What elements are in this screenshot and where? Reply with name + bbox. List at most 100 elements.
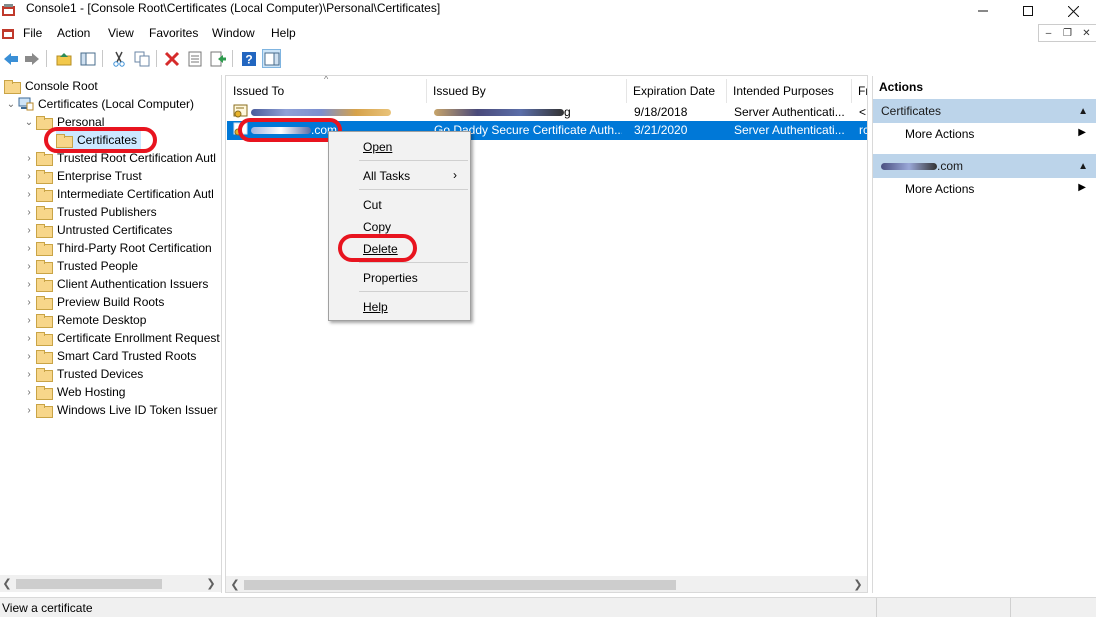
tree-item-store[interactable]: › Trusted Root Certification Autl <box>22 149 216 167</box>
maximize-button[interactable] <box>1005 0 1051 22</box>
minimize-button[interactable] <box>960 0 1006 22</box>
chevron-right-icon[interactable]: › <box>22 333 36 344</box>
menu-file[interactable]: File <box>23 26 42 40</box>
scroll-right-icon[interactable]: ❯ <box>851 577 865 592</box>
chevron-right-icon[interactable]: › <box>22 279 36 290</box>
scroll-left-icon[interactable]: ❮ <box>0 576 14 591</box>
scroll-left-icon[interactable]: ❮ <box>228 577 242 592</box>
console-menu-icon[interactable] <box>2 27 15 40</box>
chevron-right-icon[interactable]: › <box>22 351 36 362</box>
chevron-right-icon[interactable]: › <box>22 225 36 236</box>
tree-item-store[interactable]: › Trusted Publishers <box>22 203 157 221</box>
tree-item-console-root[interactable]: Console Root <box>4 77 98 95</box>
tree-item-certificates[interactable]: Certificates <box>56 131 142 149</box>
tree-item-label: Remote Desktop <box>57 313 147 327</box>
tree-item-store[interactable]: › Certificate Enrollment Request <box>22 329 220 347</box>
chevron-right-icon[interactable]: › <box>22 297 36 308</box>
chevron-right-icon[interactable]: › <box>22 369 36 380</box>
tree-item-store[interactable]: › Third-Party Root Certification <box>22 239 212 257</box>
mdi-minimize-icon[interactable]: – <box>1039 25 1058 41</box>
menu-item-delete[interactable]: Delete <box>363 242 398 256</box>
section-label: .com <box>937 159 964 173</box>
chevron-right-icon[interactable]: › <box>22 387 36 398</box>
column-issued-to[interactable]: Issued To <box>227 79 427 103</box>
properties-icon[interactable] <box>185 49 204 68</box>
copy-icon[interactable] <box>132 49 151 68</box>
forward-icon[interactable] <box>22 49 41 68</box>
cut-icon[interactable] <box>109 49 128 68</box>
menu-action[interactable]: Action <box>57 26 90 40</box>
chevron-right-icon[interactable]: › <box>22 315 36 326</box>
chevron-right-icon[interactable]: › <box>22 405 36 416</box>
menu-item-help[interactable]: Help <box>363 300 388 314</box>
table-row-selected[interactable]: .com Go Daddy Secure Certificate Auth...… <box>227 121 867 140</box>
tree-horizontal-scrollbar[interactable]: ❮ ❯ <box>0 575 221 592</box>
tree-item-store[interactable]: › Untrusted Certificates <box>22 221 172 239</box>
menu-help[interactable]: Help <box>271 26 296 40</box>
tree-item-store[interactable]: › Preview Build Roots <box>22 293 164 311</box>
tree-item-certificates-local-computer[interactable]: ⌄ Certificates (Local Computer) <box>4 95 194 113</box>
chevron-right-icon[interactable]: › <box>22 189 36 200</box>
menu-item-all-tasks[interactable]: All Tasks <box>363 169 410 183</box>
help-icon[interactable]: ? <box>239 49 258 68</box>
scrollbar-thumb[interactable] <box>16 579 162 589</box>
chevron-down-icon[interactable]: ⌄ <box>22 117 36 128</box>
tree-item-store[interactable]: › Windows Live ID Token Issuer <box>22 401 218 419</box>
actions-section-selected-certificate[interactable]: .com ▲ <box>873 154 1096 178</box>
column-expiration-date[interactable]: Expiration Date <box>627 79 727 103</box>
mdi-restore-icon[interactable]: ❐ <box>1058 25 1077 41</box>
table-row[interactable]: g 9/18/2018 Server Authenticati... < <box>227 103 867 122</box>
close-button[interactable] <box>1050 0 1096 22</box>
tree-item-store[interactable]: › Intermediate Certification Autl <box>22 185 214 203</box>
scrollbar-thumb[interactable] <box>244 580 676 590</box>
list-horizontal-scrollbar[interactable]: ❮ ❯ <box>226 576 867 592</box>
delete-icon[interactable] <box>162 49 181 68</box>
tree-item-label: Trusted Root Certification Autl <box>57 151 216 165</box>
collapse-up-icon[interactable]: ▲ <box>1078 106 1088 117</box>
certificate-list-pane[interactable]: ^ Issued To Issued By Expiration Date In… <box>225 75 868 593</box>
more-actions-item-1[interactable]: More Actions ▶ <box>873 123 1096 145</box>
show-hide-action-pane-icon[interactable] <box>262 49 281 68</box>
folder-icon <box>36 331 53 346</box>
title-bar: Console1 - [Console Root\Certificates (L… <box>0 0 1096 22</box>
column-issued-by[interactable]: Issued By <box>427 79 627 103</box>
tree-item-store[interactable]: › Remote Desktop <box>22 311 146 329</box>
actions-section-certificates[interactable]: Certificates ▲ <box>873 99 1096 123</box>
tree-item-store[interactable]: › Client Authentication Issuers <box>22 275 208 293</box>
actions-pane: Actions Certificates ▲ More Actions ▶ .c… <box>872 76 1096 593</box>
column-intended-purposes[interactable]: Intended Purposes <box>727 79 852 103</box>
menu-window[interactable]: Window <box>212 26 255 40</box>
toolbar: ? <box>0 45 1096 72</box>
up-folder-icon[interactable] <box>54 49 73 68</box>
mdi-close-icon[interactable]: ✕ <box>1077 25 1096 41</box>
svg-text:?: ? <box>245 52 252 66</box>
chevron-right-icon[interactable]: › <box>22 171 36 182</box>
menu-favorites[interactable]: Favorites <box>149 26 198 40</box>
tree-item-personal[interactable]: ⌄ Personal <box>22 113 104 131</box>
console-tree-pane[interactable]: Console Root ⌄ Certificates (Local Compu… <box>0 75 222 593</box>
column-friendly-name[interactable]: Fr <box>852 79 867 103</box>
menu-item-open[interactable]: Open <box>363 140 392 154</box>
more-actions-item-2[interactable]: More Actions ▶ <box>873 178 1096 200</box>
menu-item-cut[interactable]: Cut <box>363 198 382 212</box>
chevron-right-icon[interactable]: › <box>22 243 36 254</box>
tree-item-store[interactable]: › Smart Card Trusted Roots <box>22 347 196 365</box>
back-icon[interactable] <box>1 49 20 68</box>
export-icon[interactable] <box>208 49 227 68</box>
chevron-right-icon[interactable]: › <box>22 261 36 272</box>
tree-item-store[interactable]: › Web Hosting <box>22 383 125 401</box>
tree-item-store[interactable]: › Trusted People <box>22 257 138 275</box>
tree-item-store[interactable]: › Trusted Devices <box>22 365 143 383</box>
menu-item-copy[interactable]: Copy <box>363 220 391 234</box>
scroll-right-icon[interactable]: ❯ <box>204 576 218 591</box>
chevron-right-icon[interactable]: › <box>22 153 36 164</box>
tree-item-label: Console Root <box>25 79 98 93</box>
chevron-down-icon[interactable]: ⌄ <box>4 99 18 110</box>
chevron-right-icon[interactable]: › <box>22 207 36 218</box>
collapse-up-icon[interactable]: ▲ <box>1078 161 1088 172</box>
menu-item-properties[interactable]: Properties <box>363 271 418 285</box>
show-hide-tree-icon[interactable] <box>78 49 97 68</box>
tree-item-store[interactable]: › Enterprise Trust <box>22 167 142 185</box>
friendly-name-cell: rc <box>859 123 868 137</box>
menu-view[interactable]: View <box>108 26 134 40</box>
